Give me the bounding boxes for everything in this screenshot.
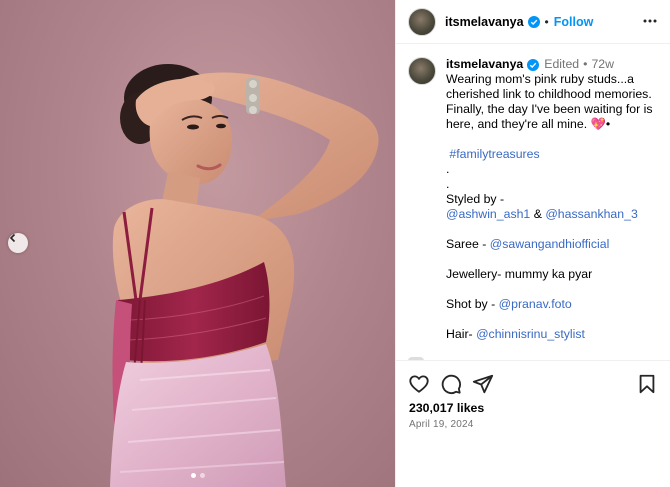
caption-text: Wearing mom's pink ruby studs...a cheris… (446, 72, 658, 132)
more-options-icon[interactable] (643, 14, 657, 28)
styled-by-label: Styled by - (446, 192, 505, 206)
heart-emoji: 💖 (590, 117, 606, 131)
likes-count[interactable]: 230,017 likes (409, 401, 484, 415)
verified-badge-icon (527, 58, 540, 71)
chevron-left-icon (9, 233, 16, 243)
hashtag-line: #familytreasures (446, 147, 658, 162)
caption-header: itsmelavanya Edited • 72w (446, 57, 658, 72)
caption-area[interactable]: itsmelavanya Edited • 72w Wearing mom's … (396, 45, 670, 358)
action-icons-row (396, 361, 670, 405)
shot-by-line: Shot by - @pranav.foto (446, 297, 658, 312)
avatar[interactable] (408, 7, 436, 36)
comment-icon[interactable] (440, 373, 462, 395)
saree-label: Saree - (446, 237, 487, 251)
post-actions: 230,017 likes April 19, 2024 (396, 360, 670, 430)
hashtag-link[interactable]: #familytreasures (449, 147, 539, 161)
header-separator: • (544, 14, 549, 29)
post-time-ago[interactable]: 72w (591, 57, 614, 72)
follow-button[interactable]: Follow (554, 15, 594, 29)
instagram-post: itsmelavanya • Follow itsmelavanya Edite… (0, 0, 670, 487)
post-media[interactable] (0, 0, 395, 487)
post-date[interactable]: April 19, 2024 (409, 419, 474, 430)
saree-link[interactable]: @sawangandhiofficial (490, 237, 610, 251)
post-photo (110, 64, 379, 487)
caption-username[interactable]: itsmelavanya (446, 57, 523, 72)
shot-by-label: Shot by - (446, 297, 496, 311)
bookmark-icon[interactable] (636, 373, 658, 395)
photographer-link[interactable]: @pranav.foto (499, 297, 572, 311)
hair-line: Hair- @chinnisrinu_stylist (446, 327, 658, 342)
carousel-dot-2 (200, 473, 205, 478)
caption-avatar[interactable] (408, 57, 436, 85)
carousel-prev-button[interactable] (8, 233, 28, 253)
carousel-dot-1 (191, 473, 196, 478)
saree-line: Saree - @sawangandhiofficial (446, 237, 658, 252)
caption-row: itsmelavanya Edited • 72w Wearing mom's … (396, 45, 670, 342)
heart-icon[interactable] (408, 373, 430, 395)
edited-label: Edited (544, 57, 580, 71)
post-header: itsmelavanya • Follow (396, 0, 670, 44)
caption-separator: • (583, 57, 588, 71)
caption-body: itsmelavanya Edited • 72w Wearing mom's … (446, 57, 658, 342)
dot-line-1: . (446, 162, 450, 176)
dot-line-2: . (446, 177, 450, 191)
header-username[interactable]: itsmelavanya (445, 15, 524, 29)
share-icon[interactable] (472, 373, 494, 395)
caption-main-text: Wearing mom's pink ruby studs...a cheris… (446, 72, 653, 131)
post-side-panel: itsmelavanya • Follow itsmelavanya Edite… (395, 0, 670, 487)
stylist-link-1[interactable]: @ashwin_ash1 (446, 207, 530, 221)
hair-stylist-link[interactable]: @chinnisrinu_stylist (476, 327, 585, 341)
caption-bullet: • (605, 117, 611, 131)
jewellery-line: Jewellery- mummy ka pyar (446, 267, 593, 281)
verified-badge-icon (527, 15, 540, 28)
stylist-link-2[interactable]: @hassankhan_3 (545, 207, 637, 221)
carousel-indicator (191, 473, 205, 478)
ampersand: & (533, 207, 542, 221)
stylists-line: @ashwin_ash1 & @hassankhan_3 (446, 207, 658, 222)
hair-label: Hair- (446, 327, 473, 341)
